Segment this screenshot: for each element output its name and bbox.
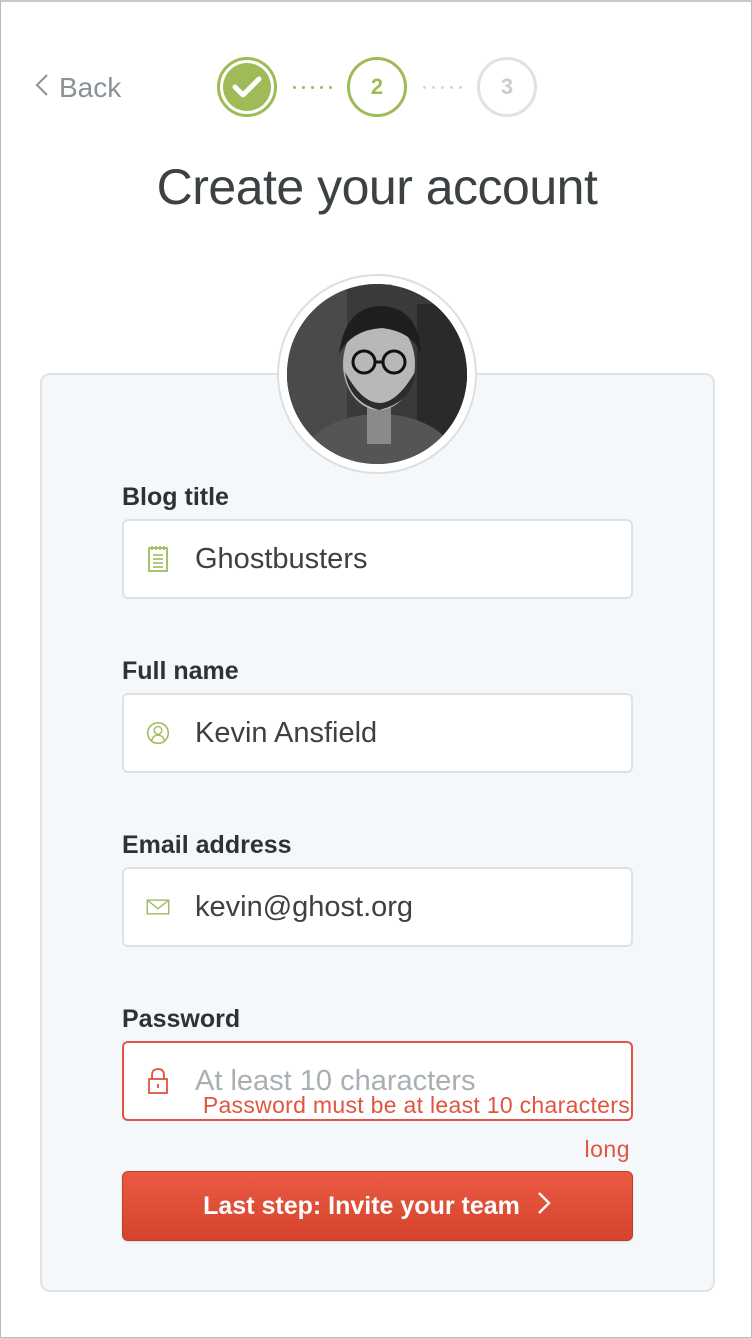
email-label: Email address: [122, 831, 292, 859]
blog-title-label: Blog title: [122, 483, 229, 511]
avatar-upload[interactable]: [277, 274, 477, 474]
full-name-value: Kevin Ansfield: [195, 716, 378, 749]
full-name-label: Full name: [122, 657, 239, 685]
notepad-icon: [146, 545, 170, 573]
blog-title-field[interactable]: Ghostbusters: [122, 519, 633, 599]
blog-title-value: Ghostbusters: [195, 542, 368, 575]
back-label: Back: [59, 72, 122, 103]
page-title: Create your account: [156, 159, 598, 215]
chevron-right-icon: [536, 1190, 552, 1223]
checkmark-icon: [223, 63, 271, 111]
chevron-left-icon: [35, 72, 49, 104]
full-name-field[interactable]: Kevin Ansfield: [122, 693, 633, 773]
envelope-icon: [146, 893, 170, 921]
back-button[interactable]: Back: [35, 68, 121, 108]
user-icon: [146, 719, 170, 747]
step-1-complete: [217, 57, 277, 117]
invite-team-label: Last step: Invite your team: [203, 1191, 520, 1220]
app-window: Back 2 3 Create your account Blog title …: [0, 0, 752, 1338]
email-field[interactable]: kevin@ghost.org: [122, 867, 633, 947]
password-label: Password: [122, 1005, 241, 1033]
avatar: [287, 284, 467, 464]
step-connector-1: [277, 85, 347, 89]
step-2-active: 2: [347, 57, 407, 117]
password-error-message-continued: long: [584, 1136, 630, 1162]
progress-steps: 2 3: [217, 57, 537, 117]
step-3-pending: 3: [477, 57, 537, 117]
lock-icon: [146, 1067, 170, 1095]
password-error-message: Password must be at least 10 characters: [202, 1092, 630, 1118]
email-value: kevin@ghost.org: [195, 890, 414, 923]
step-connector-2: [407, 85, 477, 89]
invite-team-button[interactable]: Last step: Invite your team: [122, 1171, 633, 1241]
